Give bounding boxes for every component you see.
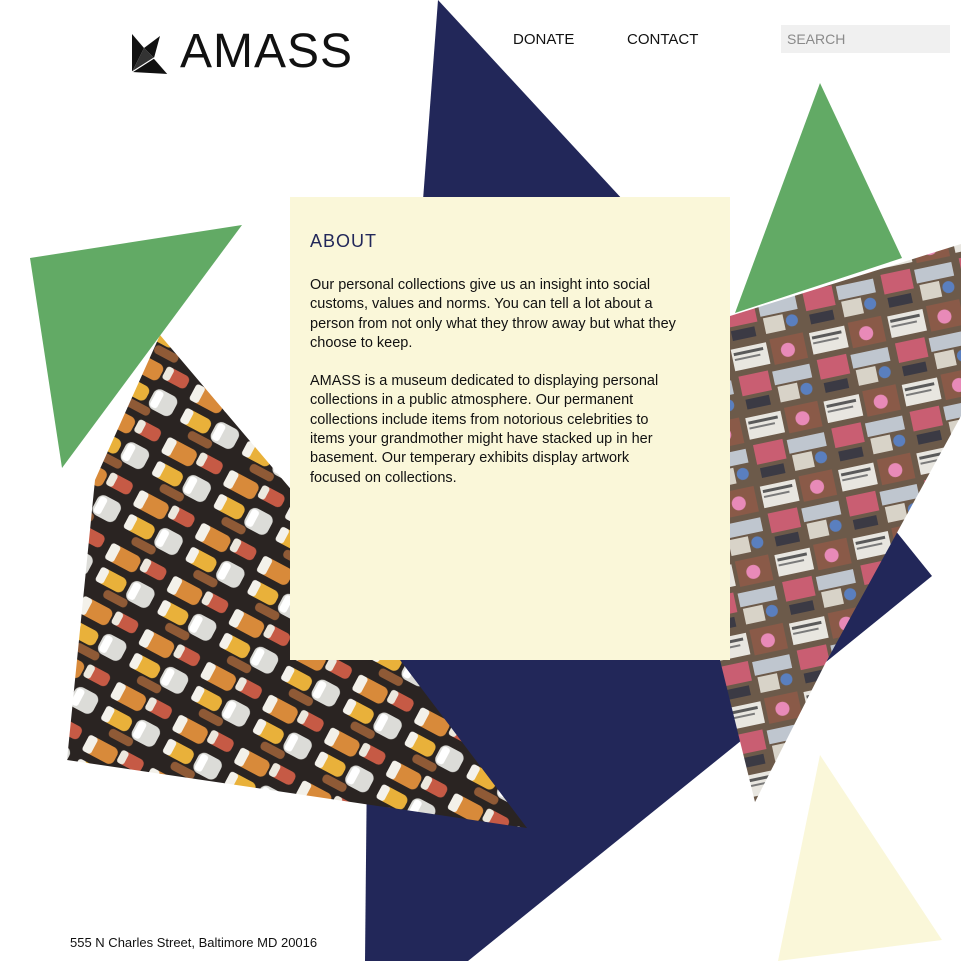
about-paragraph-1: Our personal collections give us an insi…	[310, 277, 676, 351]
search-input[interactable]	[781, 25, 950, 53]
footer-address: 555 N Charles Street, Baltimore MD 20016	[70, 935, 318, 950]
about-paragraph-2: AMASS is a museum dedicated to displayin…	[310, 373, 659, 486]
about-title: ABOUT	[310, 231, 378, 251]
cream-triangle-bottom	[778, 755, 942, 961]
nav-donate-link[interactable]: DONATE	[513, 31, 574, 48]
about-card: ABOUT Our personal collections give us a…	[290, 197, 730, 660]
folded-paper-bird-icon	[131, 34, 169, 75]
logo[interactable]: AMASS	[130, 28, 353, 76]
nav-contact-link[interactable]: CONTACT	[627, 31, 698, 48]
brand-name: AMASS	[180, 25, 354, 78]
collection-clutter-photo	[720, 244, 961, 802]
